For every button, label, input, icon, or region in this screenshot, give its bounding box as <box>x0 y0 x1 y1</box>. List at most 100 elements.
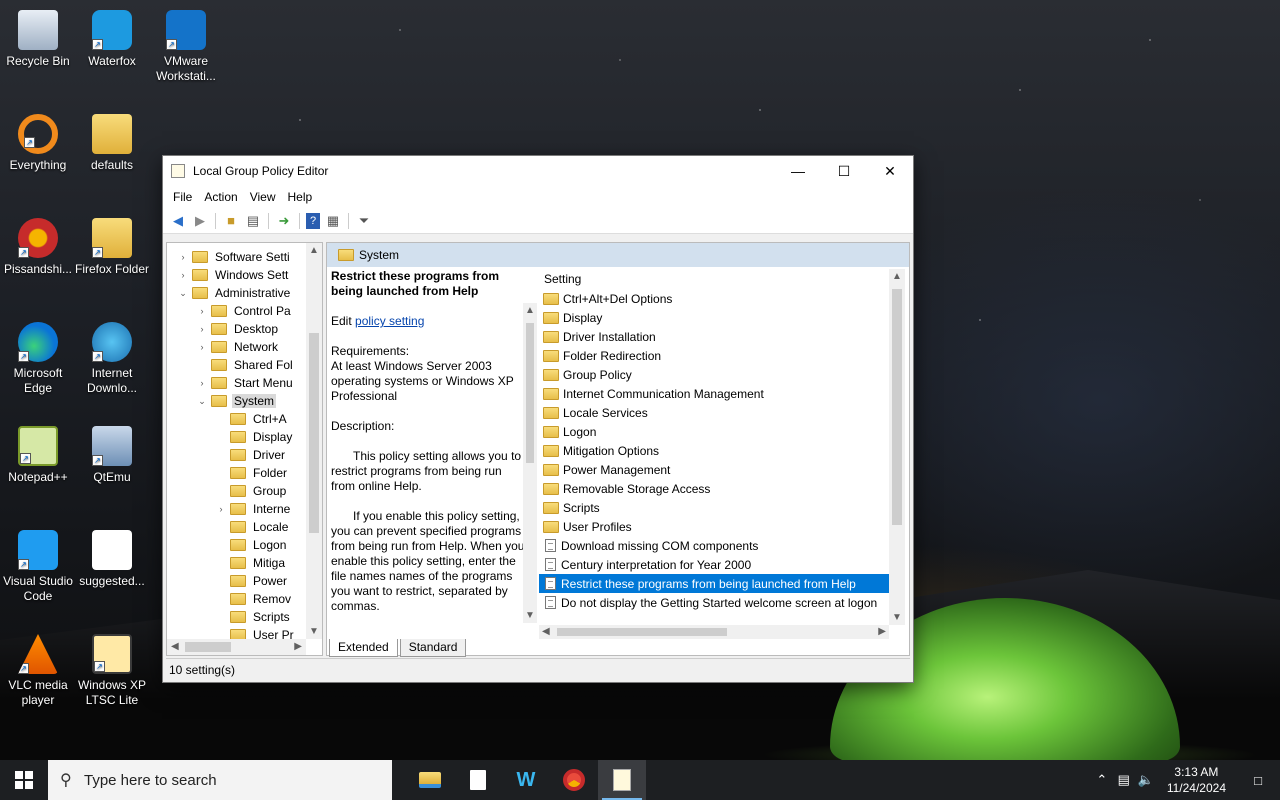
scrollbar-thumb[interactable] <box>892 289 902 525</box>
desktop-icon-internet-download[interactable]: ↗ Internet Downlo... <box>74 316 150 396</box>
desktop-icon-edge[interactable]: ↗ Microsoft Edge <box>0 316 76 396</box>
start-button[interactable] <box>0 760 48 800</box>
properties-icon[interactable]: ▦ <box>324 212 342 230</box>
list-item[interactable]: Internet Communication Management <box>539 384 905 403</box>
collapsed-chevron-icon[interactable]: › <box>177 270 189 280</box>
scroll-up-arrow-icon[interactable]: ▲ <box>525 305 535 316</box>
tree-node[interactable]: › Interne <box>167 500 322 518</box>
list-item[interactable]: User Profiles <box>539 517 905 536</box>
tree-node[interactable]: › Desktop <box>167 320 322 338</box>
list-item[interactable]: Power Management <box>539 460 905 479</box>
scrollbar-thumb[interactable] <box>557 628 727 636</box>
settings-list[interactable]: Setting Ctrl+Alt+Del Options Display Drive… <box>539 269 905 625</box>
desktop-icon-vscode[interactable]: ↗ Visual Studio Code <box>0 524 76 604</box>
list-item[interactable]: Ctrl+Alt+Del Options <box>539 289 905 308</box>
collapsed-chevron-icon[interactable]: › <box>196 378 208 388</box>
tree-node[interactable]: ⌄ Administrative <box>167 284 322 302</box>
network-icon[interactable]: ▤ <box>1113 772 1135 788</box>
tree-node[interactable]: › Control Pa <box>167 302 322 320</box>
tree-node[interactable]: Mitiga <box>167 554 322 572</box>
up-folder-icon[interactable]: ■ <box>222 212 240 230</box>
desktop-icon-notepadpp[interactable]: ↗ Notepad++ <box>0 420 76 485</box>
tab-standard[interactable]: Standard <box>399 639 467 657</box>
list-item[interactable]: Driver Installation <box>539 327 905 346</box>
collapsed-chevron-icon[interactable]: › <box>215 504 227 514</box>
list-vertical-scrollbar[interactable]: ▲ ▼ <box>889 269 905 625</box>
menu-file[interactable]: File <box>167 190 198 204</box>
tree-node[interactable]: Folder <box>167 464 322 482</box>
tree-horizontal-scrollbar[interactable]: ◀ ▶ <box>167 639 306 655</box>
desktop-icon-firefox-folder[interactable]: ↗ Firefox Folder <box>74 212 150 277</box>
scrollbar-thumb[interactable] <box>185 642 231 652</box>
tree-node[interactable]: Remov <box>167 590 322 608</box>
clock[interactable]: 3:13 AM 11/24/2024 <box>1157 764 1236 796</box>
menu-view[interactable]: View <box>244 190 282 204</box>
menu-action[interactable]: Action <box>198 190 243 204</box>
show-hide-tree-icon[interactable]: ▤ <box>244 212 262 230</box>
tree-node[interactable]: › Software Setti <box>167 248 322 266</box>
desktop-icon-waterfox[interactable]: ↗ Waterfox <box>74 4 150 69</box>
scroll-left-arrow-icon[interactable]: ◀ <box>542 626 550 637</box>
tree-node[interactable]: Group <box>167 482 322 500</box>
scroll-down-arrow-icon[interactable]: ▼ <box>892 612 902 623</box>
taskbar-notepad[interactable] <box>454 760 502 800</box>
list-item[interactable]: Download missing COM components <box>539 536 905 555</box>
tree-node[interactable]: Driver <box>167 446 322 464</box>
desktop-icon-suggested-file[interactable]: suggested... <box>74 524 150 589</box>
taskbar-group-policy[interactable] <box>598 760 646 800</box>
group-policy-window[interactable]: Local Group Policy Editor — ☐ ✕ File Act… <box>162 155 914 683</box>
tree-node[interactable]: Ctrl+A <box>167 410 322 428</box>
tree-node[interactable]: › Windows Sett <box>167 266 322 284</box>
minimize-button[interactable]: — <box>775 156 821 186</box>
scrollbar-thumb[interactable] <box>526 323 534 463</box>
back-arrow-icon[interactable]: ◀ <box>169 212 187 230</box>
list-item[interactable]: Group Policy <box>539 365 905 384</box>
list-item[interactable]: Scripts <box>539 498 905 517</box>
maximize-button[interactable]: ☐ <box>821 156 867 186</box>
notification-icon[interactable]: □ <box>1236 773 1280 788</box>
help-icon[interactable]: ? <box>306 212 320 229</box>
desktop-icon-pissandshit[interactable]: ↗ Pissandshi... <box>0 212 76 277</box>
taskbar-file-explorer[interactable] <box>406 760 454 800</box>
tree-node[interactable]: Logon <box>167 536 322 554</box>
desktop-icon-qtemu[interactable]: ↗ QtEmu <box>74 420 150 485</box>
scroll-left-arrow-icon[interactable]: ◀ <box>171 641 179 652</box>
export-list-icon[interactable]: ➜ <box>275 212 293 230</box>
scroll-right-arrow-icon[interactable]: ▶ <box>294 641 302 652</box>
collapsed-chevron-icon[interactable]: › <box>196 324 208 334</box>
tree-vertical-scrollbar[interactable]: ▲ ▼ <box>306 243 322 639</box>
filter-icon[interactable]: ⏷ <box>355 212 373 230</box>
desktop-icon-recycle-bin[interactable]: Recycle Bin <box>0 4 76 69</box>
tree-node[interactable]: ⌄ System <box>167 392 322 410</box>
list-horizontal-scrollbar[interactable]: ◀ ▶ <box>539 625 889 639</box>
desktop-icon-winxp-iso[interactable]: ↗ Windows XP LTSC Lite <box>74 628 150 708</box>
tree-node[interactable]: Power <box>167 572 322 590</box>
menu-help[interactable]: Help <box>282 190 319 204</box>
list-item[interactable]: Display <box>539 308 905 327</box>
desktop-icon-everything[interactable]: ↗ Everything <box>0 108 76 173</box>
list-item[interactable]: Century interpretation for Year 2000 <box>539 555 905 574</box>
list-item[interactable]: Do not display the Getting Started welco… <box>539 593 905 612</box>
tree-node[interactable]: Shared Fol <box>167 356 322 374</box>
list-item[interactable]: Mitigation Options <box>539 441 905 460</box>
column-header-setting[interactable]: Setting <box>539 269 905 289</box>
taskbar-browser[interactable] <box>550 760 598 800</box>
list-item[interactable]: Folder Redirection <box>539 346 905 365</box>
scroll-down-arrow-icon[interactable]: ▼ <box>525 610 535 621</box>
expanded-chevron-icon[interactable]: ⌄ <box>177 288 189 299</box>
close-button[interactable]: ✕ <box>867 156 913 186</box>
scroll-down-arrow-icon[interactable]: ▼ <box>309 626 319 637</box>
forward-arrow-icon[interactable]: ▶ <box>191 212 209 230</box>
scrollbar-thumb[interactable] <box>309 333 319 533</box>
collapsed-chevron-icon[interactable]: › <box>196 306 208 316</box>
navigation-tree[interactable]: › Software Setti › Windows Sett ⌄ Administrat… <box>166 242 323 656</box>
tree-node[interactable]: Scripts <box>167 608 322 626</box>
desktop-icon-vmware[interactable]: ↗ VMware Workstati... <box>148 4 224 84</box>
taskbar-waterfox[interactable]: W <box>502 760 550 800</box>
description-scrollbar[interactable]: ▲ ▼ <box>523 303 537 623</box>
desktop-icon-defaults-folder[interactable]: defaults <box>74 108 150 173</box>
scroll-up-arrow-icon[interactable]: ▲ <box>309 245 319 256</box>
chevron-up-icon[interactable]: ⌃ <box>1091 772 1113 788</box>
tree-node[interactable]: › Network <box>167 338 322 356</box>
tree-node[interactable]: Locale <box>167 518 322 536</box>
